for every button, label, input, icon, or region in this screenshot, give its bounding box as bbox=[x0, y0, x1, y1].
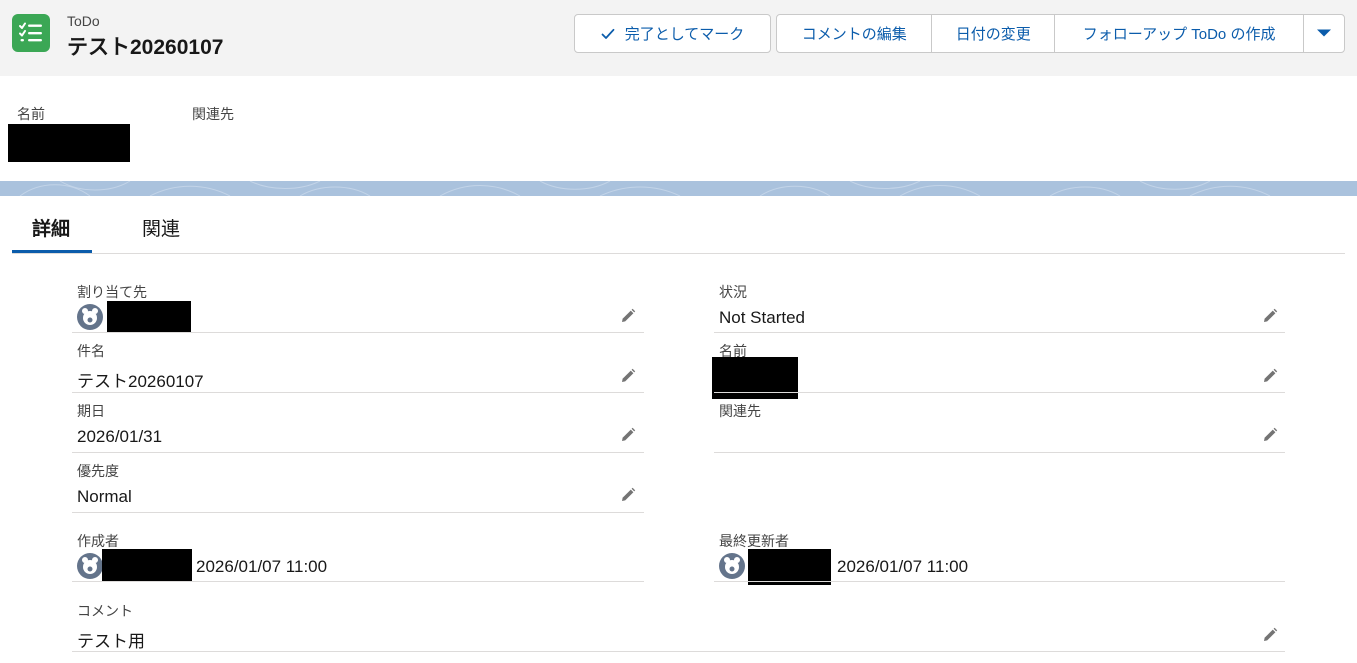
created-date-value: 2026/01/07 11:00 bbox=[196, 557, 328, 576]
action-button-group: コメントの編集 日付の変更 フォローアップ ToDo の作成 bbox=[776, 14, 1345, 53]
priority-value: Normal bbox=[77, 487, 132, 506]
field-divider bbox=[72, 452, 644, 453]
assigned-to-label: 割り当て先 bbox=[77, 284, 147, 300]
field-divider bbox=[714, 332, 1285, 333]
field-divider bbox=[72, 581, 644, 582]
edit-due-date-pencil-icon[interactable] bbox=[619, 426, 637, 444]
field-divider bbox=[714, 452, 1285, 453]
related-to-label: 関連先 bbox=[719, 403, 761, 419]
user-avatar-icon bbox=[719, 553, 745, 579]
due-date-label: 期日 bbox=[77, 403, 105, 419]
check-icon bbox=[601, 28, 615, 40]
highlight-related-label: 関連先 bbox=[192, 106, 234, 122]
edit-priority-pencil-icon[interactable] bbox=[619, 486, 637, 504]
change-date-button[interactable]: 日付の変更 bbox=[932, 15, 1056, 52]
mark-complete-button[interactable]: 完了としてマーク bbox=[574, 14, 771, 53]
mark-complete-label: 完了としてマーク bbox=[624, 26, 745, 43]
status-value: Not Started bbox=[719, 308, 805, 327]
redacted-creator[interactable] bbox=[102, 549, 192, 582]
field-divider bbox=[72, 651, 1285, 652]
last-modified-by-label: 最終更新者 bbox=[719, 533, 789, 549]
field-divider bbox=[72, 332, 644, 333]
page-title: テスト20260107 bbox=[67, 36, 224, 59]
redacted-modifier[interactable] bbox=[748, 549, 831, 585]
record-header: ToDo テスト20260107 完了としてマーク コメントの編集 日付の変更 … bbox=[0, 0, 1357, 76]
field-divider bbox=[714, 392, 1285, 393]
modified-date-value: 2026/01/07 11:00 bbox=[837, 557, 969, 576]
user-avatar-icon bbox=[77, 553, 103, 579]
object-type-label: ToDo bbox=[67, 13, 100, 29]
chevron-down-icon bbox=[1316, 25, 1332, 42]
edit-subject-pencil-icon[interactable] bbox=[619, 367, 637, 385]
created-by-label: 作成者 bbox=[77, 533, 119, 549]
edit-comment-button[interactable]: コメントの編集 bbox=[777, 15, 933, 52]
user-avatar-icon bbox=[77, 304, 103, 330]
edit-assigned-to-pencil-icon[interactable] bbox=[619, 307, 637, 325]
create-followup-todo-button[interactable]: フォローアップ ToDo の作成 bbox=[1055, 15, 1305, 52]
decorative-band bbox=[0, 181, 1357, 196]
comment-value: テスト用 bbox=[77, 632, 145, 651]
due-date-value: 2026/01/31 bbox=[77, 427, 163, 446]
field-divider bbox=[72, 512, 644, 513]
todo-checklist-icon bbox=[12, 14, 50, 52]
redacted-assignee[interactable] bbox=[107, 301, 191, 332]
more-actions-button[interactable] bbox=[1304, 15, 1344, 52]
status-label: 状況 bbox=[719, 284, 747, 300]
comment-label: コメント bbox=[77, 603, 133, 619]
tab-divider bbox=[12, 253, 1345, 254]
field-divider bbox=[72, 392, 644, 393]
subject-label: 件名 bbox=[77, 343, 105, 359]
edit-status-pencil-icon[interactable] bbox=[1261, 307, 1279, 325]
highlight-name-label: 名前 bbox=[17, 106, 45, 122]
edit-comment-pencil-icon[interactable] bbox=[1261, 626, 1279, 644]
tab-related[interactable]: 関連 bbox=[142, 214, 180, 241]
subject-value: テスト20260107 bbox=[77, 372, 204, 391]
redacted-name-value[interactable] bbox=[8, 124, 130, 162]
edit-name-pencil-icon[interactable] bbox=[1261, 367, 1279, 385]
tab-details[interactable]: 詳細 bbox=[32, 214, 70, 241]
edit-related-to-pencil-icon[interactable] bbox=[1261, 426, 1279, 444]
field-divider bbox=[714, 581, 1285, 582]
priority-label: 優先度 bbox=[77, 463, 119, 479]
